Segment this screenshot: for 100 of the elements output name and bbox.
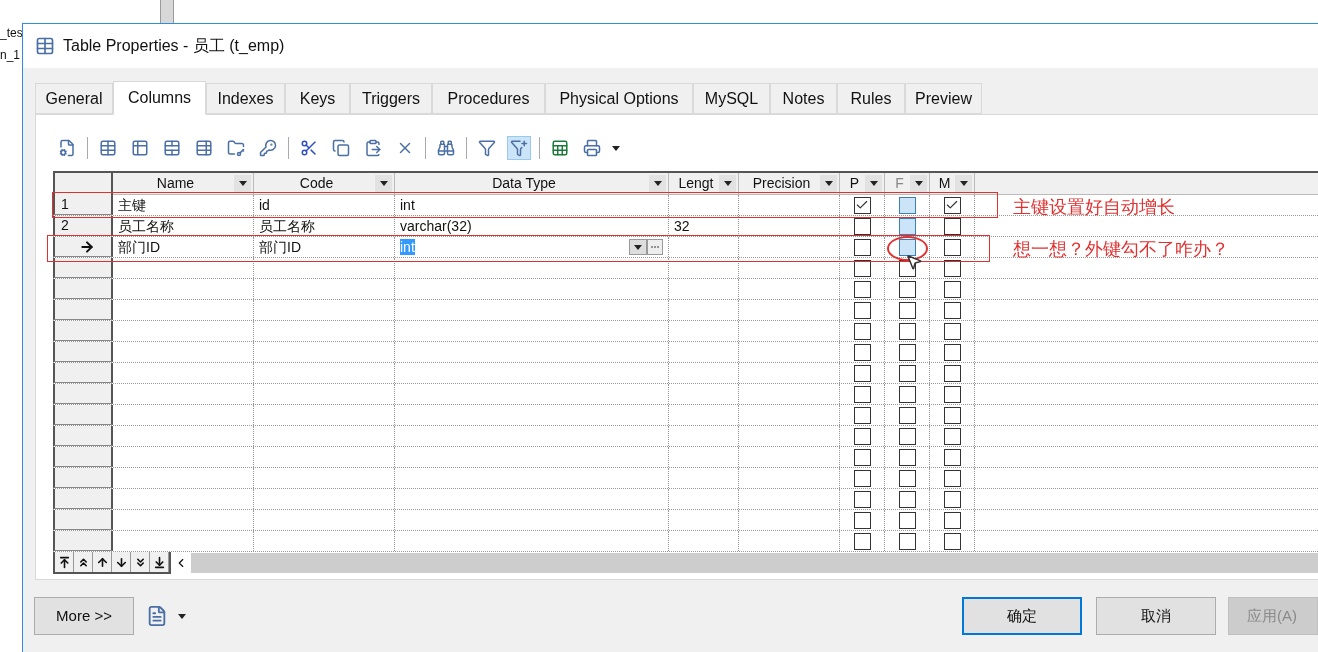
row-header[interactable] [53,279,113,299]
row-header[interactable] [53,237,113,257]
column-header[interactable]: M [930,173,975,195]
checkbox[interactable] [943,385,961,403]
row-header[interactable] [53,531,113,551]
checkbox[interactable] [853,343,871,361]
scrollbar-track[interactable] [191,553,1318,573]
dropdown-button[interactable] [375,174,392,193]
checkbox[interactable] [853,427,871,445]
column-header[interactable]: Precision [739,173,840,195]
row-header[interactable]: 2 [53,216,113,236]
dropdown-button[interactable] [719,174,736,193]
tab[interactable]: MySQL [693,83,770,114]
checkbox[interactable] [943,343,961,361]
column-header[interactable]: Data Type [395,173,669,195]
tab[interactable]: Keys [285,83,350,114]
dropdown-button[interactable] [955,174,972,193]
row-header[interactable] [53,510,113,530]
row-header[interactable] [53,363,113,383]
column-header[interactable]: Code [254,173,395,195]
checkbox[interactable] [898,343,916,361]
checkbox[interactable] [898,427,916,445]
tab[interactable]: Notes [770,83,837,114]
dropdown-button[interactable] [234,174,251,193]
cancel-button[interactable]: 取消 [1096,597,1216,635]
checkbox[interactable] [943,238,961,256]
checkbox[interactable] [943,490,961,508]
checkbox[interactable] [853,511,871,529]
checkbox[interactable] [943,427,961,445]
checkbox[interactable] [898,448,916,466]
table-cell-text: id [259,195,270,215]
checkbox[interactable] [853,490,871,508]
row-header[interactable] [53,384,113,404]
checkbox[interactable] [943,532,961,550]
checkbox[interactable] [853,469,871,487]
more-button[interactable]: More >> [34,597,134,635]
tab[interactable]: Physical Options [545,83,693,114]
row-header[interactable] [53,426,113,446]
checkbox[interactable] [853,322,871,340]
checkbox[interactable] [943,280,961,298]
checkbox[interactable] [898,322,916,340]
row-header[interactable] [53,447,113,467]
column-header[interactable]: Lengt [669,173,739,195]
column-header[interactable]: P [840,173,885,195]
checkbox[interactable] [853,238,871,256]
column-header[interactable]: Name [113,173,254,195]
dropdown-button[interactable] [649,174,666,193]
row-header[interactable] [53,321,113,341]
tab[interactable]: General [35,83,113,114]
checkbox[interactable] [898,196,916,214]
caret-icon [869,181,878,186]
scrollbar[interactable] [160,0,174,23]
checkbox[interactable] [898,490,916,508]
annotation-text: 想一想？外键勾不了咋办？ [1013,238,1229,261]
ok-button[interactable]: 确定 [962,597,1082,635]
checkbox[interactable] [853,448,871,466]
table-cell-text: int [400,195,415,215]
tab[interactable]: Triggers [350,83,432,114]
document-icon[interactable] [146,605,168,627]
row-header[interactable] [53,300,113,320]
checkbox[interactable] [943,196,961,214]
checkbox[interactable] [943,322,961,340]
tab[interactable]: Indexes [206,83,285,114]
checkbox[interactable] [943,406,961,424]
checkbox[interactable] [898,385,916,403]
row-header[interactable]: 1 [53,195,113,215]
checkbox[interactable] [853,301,871,319]
filter-check-icon[interactable] [507,136,531,160]
row-header[interactable] [53,342,113,362]
tab[interactable]: Rules [837,83,905,114]
checkbox[interactable] [943,511,961,529]
row-header[interactable] [53,489,113,509]
checkbox[interactable] [898,280,916,298]
checkbox[interactable] [898,406,916,424]
checkbox[interactable] [853,280,871,298]
checkbox[interactable] [898,238,916,256]
row-header[interactable] [53,405,113,425]
checkbox[interactable] [943,469,961,487]
checkbox[interactable] [898,511,916,529]
dropdown-button[interactable] [865,174,882,193]
checkbox[interactable] [943,364,961,382]
table-cell-text: 部门ID [259,237,301,257]
checkbox[interactable] [853,364,871,382]
checkbox[interactable] [898,364,916,382]
checkbox[interactable] [898,469,916,487]
tab[interactable]: Preview [905,83,982,114]
tab[interactable]: Columns [113,81,206,115]
checkbox[interactable] [853,532,871,550]
dropdown-button[interactable] [820,174,837,193]
dropdown-button[interactable] [629,239,647,255]
row-header[interactable] [53,468,113,488]
tab[interactable]: Procedures [432,83,545,114]
checkbox[interactable] [853,406,871,424]
checkbox[interactable] [898,301,916,319]
checkbox[interactable] [943,301,961,319]
checkbox[interactable] [943,448,961,466]
row-header[interactable] [53,258,113,278]
checkbox[interactable] [898,532,916,550]
checkbox[interactable] [853,196,871,214]
checkbox[interactable] [853,385,871,403]
